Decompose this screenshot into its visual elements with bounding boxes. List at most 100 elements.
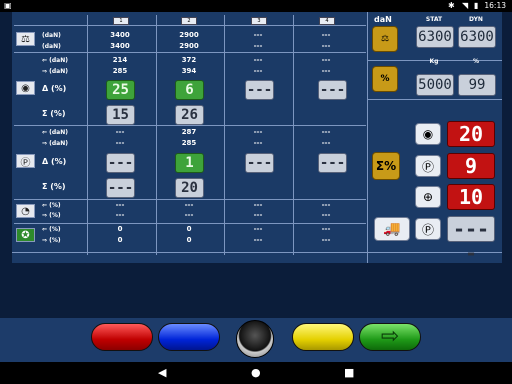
wheel-icon: ✪ [16,228,35,242]
cell-value: --- [321,42,331,50]
right-panel-title: daN [374,15,392,24]
clock: 16:13 [484,1,506,10]
row-label: ⇒ (daN) [42,140,68,147]
weight-percent-icon: % [372,66,398,92]
cell-value: 3400 [110,31,130,39]
divider [12,252,502,253]
right-arrow-icon: ⇒ [42,212,48,219]
cell-value: 0 [186,236,192,244]
divider [367,12,368,263]
divider [156,15,157,255]
divider [14,199,366,200]
battery-icon: ▮ [474,1,479,10]
cell-display: 6 [175,80,204,100]
cell-display: --- [245,80,274,100]
efficiency-emergency-display: 10 [447,184,495,210]
total-weight-icon: ⚖ [372,26,398,52]
left-arrow-icon: ⇐ [42,202,48,209]
cell-value: --- [321,225,331,233]
pct-display: 99 [458,74,496,96]
row-label: Σ (%) [42,109,66,118]
row-label: (daN) [42,43,61,50]
right-arrow-icon: ⇒ [42,237,48,244]
kg-label: Kg [429,58,439,65]
row-label: ⇒ (%) [42,212,61,219]
cell-value: 372 [181,56,197,64]
dyn-label: DYN [469,16,483,23]
notification-icon: ▣ [4,1,12,10]
cell-value: 394 [181,67,197,75]
cell-value: --- [115,211,125,219]
yellow-button[interactable] [292,323,354,351]
cell-value: 285 [112,67,128,75]
parking-brake-icon: Ⓟ [16,154,35,169]
cell-value: --- [253,211,263,219]
emergency-brake-icon: ⊕ [415,186,441,208]
brake-disc-icon: ◉ [415,123,441,145]
left-arrow-icon: ⇐ [42,129,48,136]
cell-value: --- [253,225,263,233]
cell-display: 20 [175,178,204,198]
column-4-header: 4 [319,17,335,25]
divider [87,15,88,255]
column-3-header: 3 [251,17,267,25]
cell-value: 0 [117,236,123,244]
cell-value: --- [321,139,331,147]
cell-value: --- [253,128,263,136]
cell-value: 0 [117,225,123,233]
round-button[interactable] [236,320,274,358]
status-bar: ▣ ✱ ◥ ▮ 16:13 [0,0,512,12]
cell-value: --- [321,128,331,136]
next-button[interactable]: ⇨ [359,323,421,351]
recents-icon[interactable]: ■ [344,367,354,379]
row-label: Δ (%) [42,84,67,93]
cell-value: --- [253,31,263,39]
cell-value: --- [321,236,331,244]
cell-display: --- [106,178,135,198]
left-arrow-icon: ⇐ [42,226,48,233]
cell-display: 26 [175,105,204,125]
row-label: (daN) [42,32,61,39]
divider [224,15,225,255]
cell-value: 0 [186,225,192,233]
cell-value: --- [115,201,125,209]
blue-button[interactable] [158,323,220,351]
cell-value: --- [184,211,194,219]
cell-value: --- [253,139,263,147]
column-1-header: 1 [113,17,129,25]
cell-display: --- [318,80,347,100]
cell-value: 287 [181,128,197,136]
cell-display: --- [318,153,347,173]
stat-label: STAT [425,16,443,23]
left-arrow-icon: ⇐ [42,57,48,64]
cell-value: 2900 [179,31,199,39]
kg-display: 5000 [416,74,454,96]
column-2-header: 2 [181,17,197,25]
cell-value: --- [184,201,194,209]
cell-value: --- [253,236,263,244]
efficiency-parking-display: 9 [447,153,495,179]
sigma-percent-icon: Σ% [372,152,400,180]
cell-value: --- [253,56,263,64]
cell-display: 25 [106,80,135,100]
cell-value: --- [321,211,331,219]
dyn-display: 6300 [458,26,496,48]
home-icon[interactable]: ● [251,367,261,379]
cell-value: --- [253,67,263,75]
results-panel: 1 2 3 4 ⚖ (daN) (daN) 3400 2900 --- --- … [12,12,502,265]
system-nav-bar: ◀ ● ■ [0,362,512,384]
stat-display: 6300 [416,26,454,48]
efficiency-service-display: 20 [447,121,495,147]
row-label: ⇐ (daN) [42,57,68,64]
row-label: ⇐ (daN) [42,129,68,136]
gauge-icon: ◔ [16,204,35,218]
cell-value: --- [321,56,331,64]
divider [14,125,366,126]
arrow-right-icon: ⇨ [380,324,400,349]
red-button[interactable] [91,323,153,351]
right-arrow-icon: ⇒ [42,140,48,147]
row-label: ⇒ (%) [42,237,61,244]
back-icon[interactable]: ◀ [158,367,166,379]
cell-value: --- [321,31,331,39]
cell-display: 15 [106,105,135,125]
